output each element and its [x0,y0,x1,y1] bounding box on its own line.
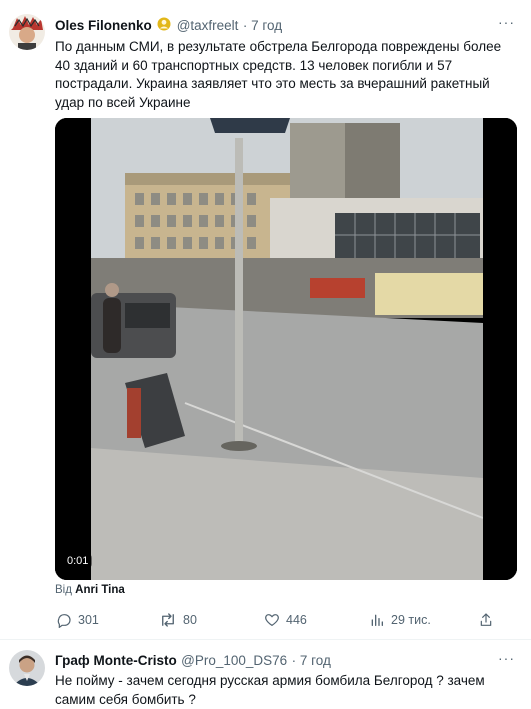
author-name[interactable]: Граф Monte-Cristo [55,653,177,668]
source-name[interactable]: Anri Tina [75,584,125,596]
like-count: 446 [286,613,307,627]
reply-count: 301 [78,613,99,627]
source-prefix: Від [55,584,72,596]
post-time[interactable]: · 7 год [243,18,282,33]
repost-count: 80 [183,613,197,627]
avatar[interactable] [9,14,45,50]
heart-icon [265,614,279,627]
tweet-text: Не пойму - зачем сегодня русская армия б… [55,673,485,707]
repost-button[interactable]: 80 [159,612,197,628]
more-options-button[interactable]: ··· [498,14,515,30]
views-button[interactable]: 29 тис. [369,612,431,628]
view-count: 29 тис. [391,613,431,627]
video-frame [55,118,517,580]
like-button[interactable]: 446 [264,612,307,628]
video-timestamp: 0:01 [63,554,93,568]
video-player[interactable]: 0:01 [55,118,517,580]
share-icon [480,613,492,626]
views-chart-icon [371,614,383,626]
post-time[interactable]: · 7 год [292,653,331,668]
verified-badge-icon [156,16,172,37]
author-handle[interactable]: @taxfreelt [177,18,239,33]
tweet-divider [0,639,531,640]
reply-icon [57,614,71,628]
author-name[interactable]: Oles Filonenko [55,18,152,33]
reply-button[interactable]: 301 [56,612,99,628]
author-handle[interactable]: @Pro_100_DS76 [181,653,287,668]
avatar[interactable] [9,650,45,686]
more-options-button[interactable]: ··· [498,650,515,666]
repost-icon [162,613,174,627]
share-button[interactable] [478,612,494,628]
tweet-text: По данным СМИ, в результате обстрела Бел… [55,39,502,110]
